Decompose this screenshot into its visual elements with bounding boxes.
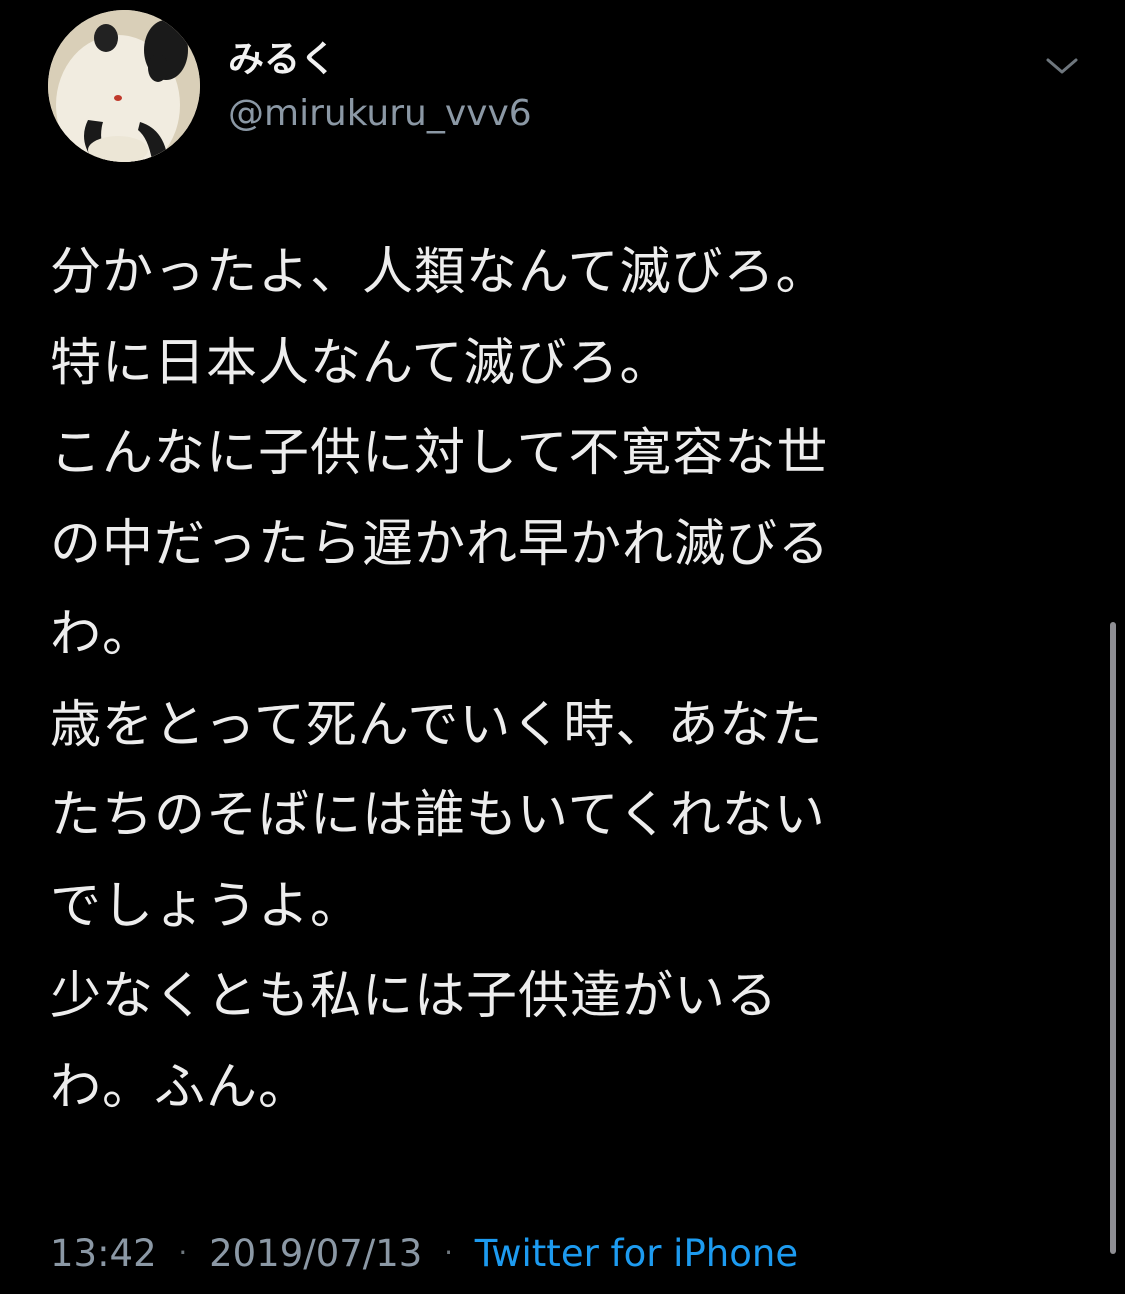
user-handle[interactable]: @mirukuru_vvv6 [228,92,532,136]
tweet-time[interactable]: 13:42 [50,1232,157,1275]
panda-plush-avatar-image [48,10,200,162]
chevron-down-icon[interactable] [1040,48,1084,84]
avatar[interactable] [48,10,200,162]
scrollbar[interactable] [1110,622,1116,1254]
tweet: みるく @mirukuru_vvv6 分かったよ、人類なんて滅びろ。 特に日本人… [0,0,1125,1294]
display-name[interactable]: みるく [228,38,336,82]
meta-separator: · [178,1236,188,1269]
tweet-metadata: 13:42 · 2019/07/13 · Twitter for iPhone [50,1228,798,1279]
source-link[interactable]: Twitter for iPhone [475,1232,798,1275]
tweet-text: 分かったよ、人類なんて滅びろ。 特に日本人なんて滅びろ。 こんなに子供に対して不… [50,243,831,1117]
tweet-date[interactable]: 2019/07/13 [209,1232,422,1275]
meta-separator: · [444,1236,454,1269]
